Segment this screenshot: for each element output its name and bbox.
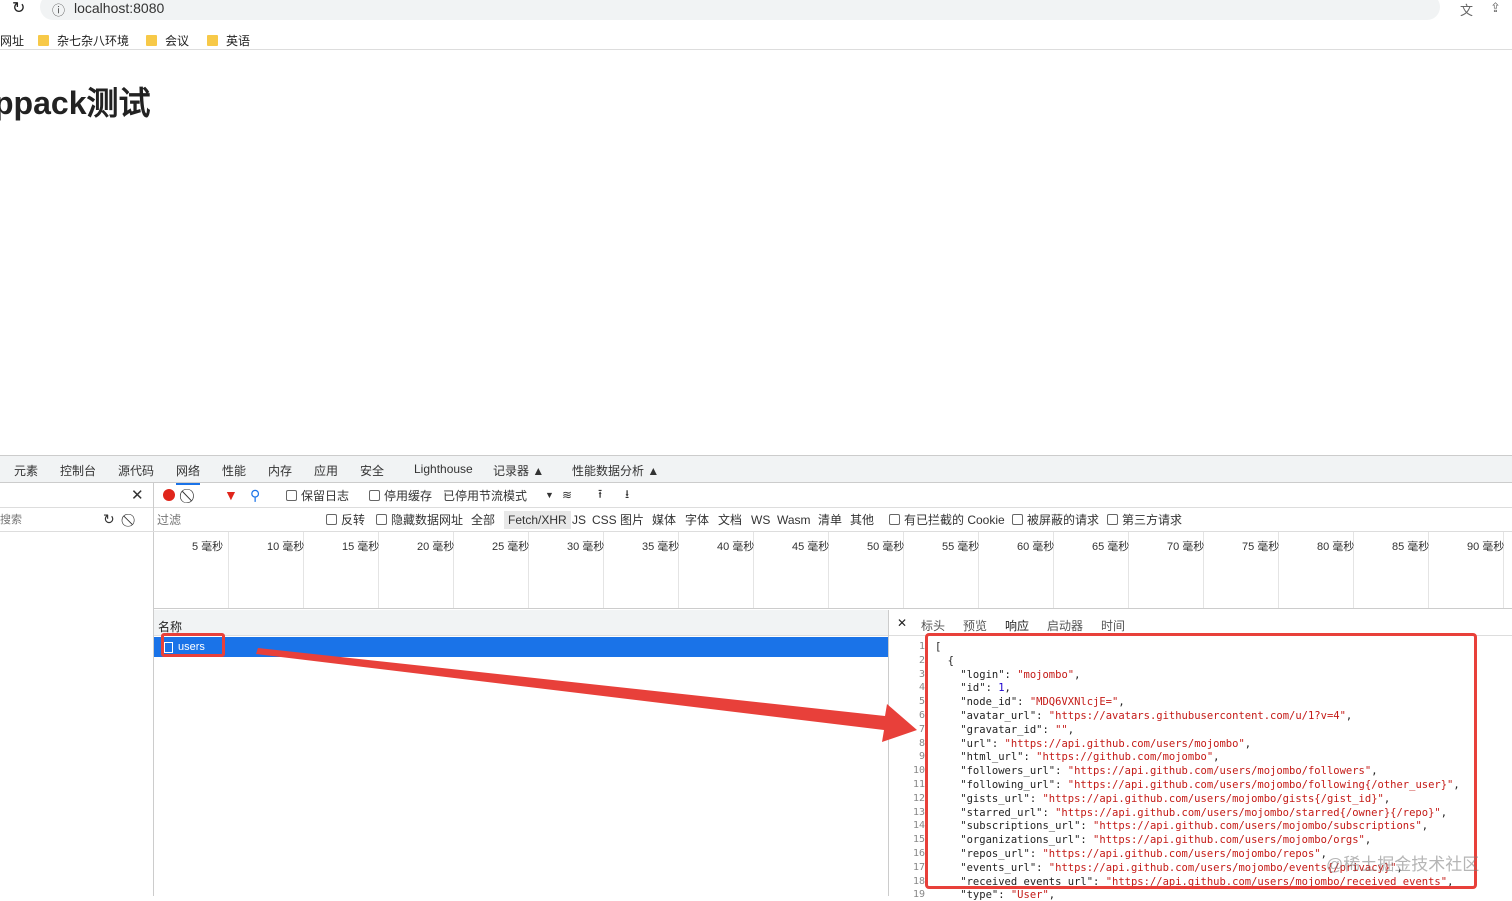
annotation-arrow: [256, 648, 917, 742]
watermark: @稀土掘金技术社区: [1326, 855, 1480, 874]
